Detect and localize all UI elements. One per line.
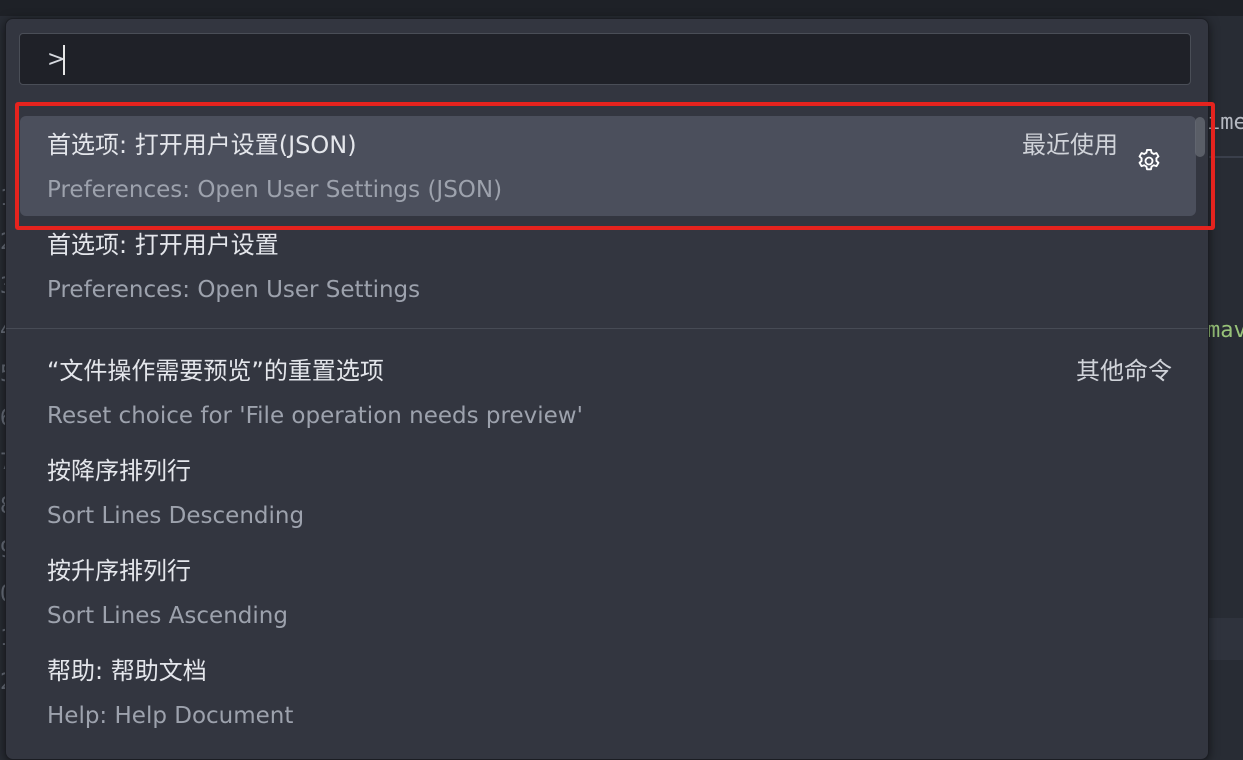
editor-code-fragment: mav	[1207, 318, 1243, 343]
command-item-detail: Preferences: Open User Settings	[47, 277, 421, 303]
command-group-label: 其他命令	[1076, 357, 1172, 385]
gear-icon[interactable]	[1134, 146, 1164, 176]
text-caret	[63, 45, 65, 75]
command-item-open-user-settings-json[interactable]: 首选项: 打开用户设置(JSON) Preferences: Open User…	[20, 116, 1196, 216]
command-item-help-document[interactable]: 帮助: 帮助文档 Help: Help Document	[20, 642, 1196, 742]
command-palette: > 首选项: 打开用户设置(JSON) Preferences: Open Us…	[5, 18, 1209, 760]
command-item-label: 按升序排列行	[47, 557, 191, 585]
command-item-detail: Sort Lines Descending	[47, 503, 305, 529]
command-item-label: 帮助: 帮助文档	[47, 657, 207, 685]
command-item-detail: Reset choice for 'File operation needs p…	[47, 403, 583, 429]
editor-tab-bar	[0, 0, 1243, 16]
editor-line-highlight	[1207, 618, 1243, 660]
editor-divider	[1207, 156, 1243, 158]
command-item-label: “文件操作需要预览”的重置选项	[47, 357, 384, 385]
command-group-label: 最近使用	[1022, 131, 1118, 159]
command-item-detail: Sort Lines Ascending	[47, 603, 288, 629]
editor-code-fragment: ime	[1207, 110, 1243, 135]
command-item-open-user-settings[interactable]: 首选项: 打开用户设置 Preferences: Open User Setti…	[20, 216, 1196, 316]
command-item-label: 按降序排列行	[47, 457, 191, 485]
command-item-detail: Help: Help Document	[47, 703, 294, 729]
command-item-reset-file-operation-preview[interactable]: “文件操作需要预览”的重置选项 Reset choice for 'File o…	[20, 342, 1196, 442]
command-item-sort-lines-descending[interactable]: 按降序排列行 Sort Lines Descending	[20, 442, 1196, 542]
command-palette-input[interactable]: >	[19, 33, 1191, 85]
command-item-sort-lines-ascending[interactable]: 按升序排列行 Sort Lines Ascending	[20, 542, 1196, 642]
command-item-label: 首选项: 打开用户设置	[47, 231, 279, 259]
command-item-detail: Preferences: Open User Settings (JSON)	[47, 177, 503, 203]
group-separator	[6, 328, 1208, 329]
scrollbar-thumb[interactable]	[1195, 117, 1205, 157]
command-item-label: 首选项: 打开用户设置(JSON)	[47, 131, 357, 159]
